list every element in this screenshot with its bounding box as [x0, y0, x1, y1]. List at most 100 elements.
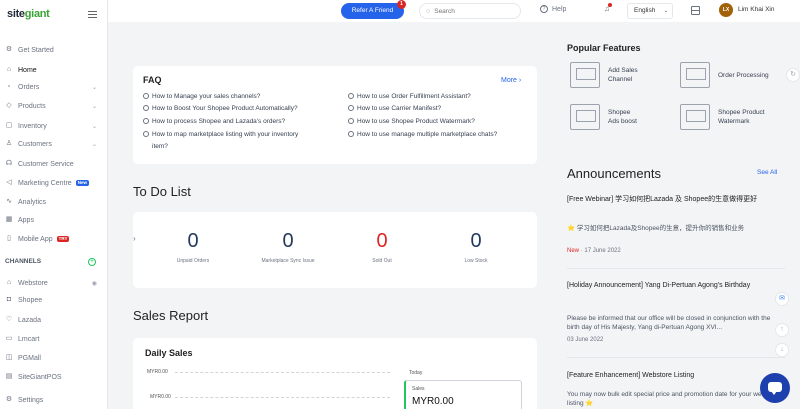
sidebar-item-label: Mobile App: [18, 235, 53, 243]
feature-label-line: Order Processing: [718, 72, 769, 79]
sidebar-item-label: Lazada: [18, 316, 41, 324]
faq-item[interactable]: How to map marketplace listing with your…: [143, 131, 298, 139]
cart-icon: ▫: [7, 83, 11, 90]
language-select[interactable]: English ⌄: [627, 3, 673, 19]
sidebar-item-mobile-app[interactable]: ▯ Mobile App TRY: [5, 231, 103, 247]
order-processing-icon[interactable]: [680, 62, 710, 88]
faq-item[interactable]: How to Manage your sales channels?: [143, 93, 260, 101]
announcement-heading[interactable]: [Holiday Announcement] Yang Di-Pertuan A…: [567, 281, 782, 291]
sidebar-item-settings[interactable]: ⚙ Settings: [5, 392, 103, 408]
eye-icon[interactable]: ◉: [92, 280, 97, 287]
faq-question: How to use Order Fulfillment Assistant?: [357, 93, 471, 100]
faq-question: How to process Shopee and Lazada's order…: [152, 118, 286, 125]
faq-item[interactable]: How to use manage multiple marketplace c…: [348, 131, 497, 139]
search-input[interactable]: [434, 7, 515, 15]
faq-item-continued[interactable]: item?: [152, 143, 168, 151]
sidebar-item-orders[interactable]: ▫ Orders ⌄: [5, 79, 103, 95]
add-sales-channel-icon[interactable]: [570, 62, 600, 88]
sales-tooltip: Sales MYR0.00: [404, 380, 522, 409]
feature-label[interactable]: Shopee Product Watermark: [718, 108, 765, 126]
watermark-icon[interactable]: [680, 104, 710, 130]
todo-count[interactable]: 0: [163, 230, 223, 253]
hamburger-menu-icon[interactable]: [88, 11, 97, 18]
user-name[interactable]: Lim Khai Xin: [738, 6, 775, 13]
faq-item[interactable]: How to use Shopee Product Watermark?: [348, 118, 475, 126]
faq-title: FAQ: [143, 75, 162, 85]
popular-features-title: Popular Features: [567, 43, 641, 53]
search-icon: ○: [426, 7, 431, 15]
announcement-heading[interactable]: [Feature Enhancement] Webstore Listing: [567, 371, 782, 381]
todo-label: Low Stock: [464, 258, 488, 264]
sitegiant-logo[interactable]: sitegiant: [7, 8, 50, 20]
rocket-icon[interactable]: [570, 104, 600, 130]
see-all-link[interactable]: See All: [757, 169, 777, 176]
sidebar-item-shopee[interactable]: ◘ Shopee: [5, 292, 103, 308]
faq-item[interactable]: How to use Order Fulfillment Assistant?: [348, 93, 471, 101]
sales-box-label: Sales: [412, 386, 425, 392]
question-icon: [143, 105, 149, 111]
headset-icon: ☊: [5, 160, 13, 167]
faq-question: How to use Carrier Manifest?: [357, 105, 442, 112]
feature-label-line: Channel: [608, 76, 633, 83]
sidebar-item-marketing-centre[interactable]: ◁ Marketing Centre New: [5, 175, 103, 191]
faq-question: How to Manage your sales channels?: [152, 93, 261, 100]
scroll-down-icon[interactable]: ↓: [775, 343, 789, 357]
announcements-title: Announcements: [567, 166, 661, 181]
sidebar-item-webstore[interactable]: ⌂ Webstore ◉: [5, 275, 103, 291]
help-link[interactable]: ? Help: [540, 5, 566, 13]
announcement-body: ⭐ 学习如何把Lazada及Shopee的生意，提升你的销售和业务: [567, 225, 745, 232]
sidebar-item-sitegiantpos[interactable]: ▤ SiteGiantPOS: [5, 369, 103, 385]
chevron-down-icon: ⌄: [91, 84, 97, 91]
faq-item[interactable]: How to process Shopee and Lazada's order…: [143, 118, 285, 126]
message-icon[interactable]: ✉: [775, 292, 789, 306]
daily-sales-title: Daily Sales: [145, 348, 193, 358]
divider: [567, 268, 785, 269]
sidebar-item-label: Inventory: [18, 122, 47, 130]
sidebar-item-label: Home: [18, 66, 37, 74]
feature-label[interactable]: Shopee Ads boost: [608, 108, 637, 126]
announcement-heading[interactable]: [Free Webinar] 学习如何把Lazada 及 Shopee的生意做得…: [567, 195, 782, 205]
sidebar-item-get-started[interactable]: ⚙ Get Started: [5, 42, 103, 58]
question-icon: [348, 131, 354, 137]
sidebar-item-home[interactable]: ⌂ Home: [5, 62, 103, 78]
language-value: English: [634, 7, 656, 14]
sidebar-item-customers[interactable]: ♙ Customers ⌄: [5, 136, 103, 152]
sidebar-item-lazada[interactable]: ♡ Lazada: [5, 312, 103, 328]
refer-a-friend-button[interactable]: Refer A Friend: [341, 3, 404, 19]
chevron-left-icon[interactable]: ›: [133, 234, 136, 243]
faq-more-link[interactable]: More ›: [501, 77, 521, 84]
sales-box-value: MYR0.00: [412, 396, 454, 407]
sidebar-item-label: Products: [18, 102, 46, 110]
sidebar-item-lmcart[interactable]: ▭ Lmcart: [5, 331, 103, 347]
sidebar-item-pgmall[interactable]: ◫ PGMall: [5, 350, 103, 366]
feature-label-line: Watermark: [718, 118, 750, 125]
question-icon: [348, 118, 354, 124]
sidebar-item-analytics[interactable]: ∿ Analytics: [5, 194, 103, 210]
scroll-up-icon[interactable]: ↑: [775, 323, 789, 337]
chart-icon: ∿: [6, 198, 12, 205]
settings-icon: ⚙: [5, 396, 13, 403]
axis-label: MYR0.00: [147, 369, 168, 375]
feature-label[interactable]: Order Processing: [718, 71, 769, 80]
faq-question: How to use manage multiple marketplace c…: [357, 131, 498, 138]
gear-icon: ⚙: [5, 46, 13, 53]
faq-item[interactable]: How to Boost Your Shopee Product Automat…: [143, 105, 298, 113]
layout-icon[interactable]: [691, 6, 700, 15]
try-badge: TRY: [56, 236, 70, 242]
sidebar-item-apps[interactable]: ▦ Apps: [5, 212, 103, 228]
chat-bubble-icon[interactable]: [760, 373, 790, 403]
todo-count[interactable]: 0: [446, 230, 506, 253]
refresh-icon[interactable]: ↻: [786, 68, 800, 82]
users-icon: ♙: [5, 140, 13, 147]
sidebar-item-inventory[interactable]: ▢ Inventory ⌄: [5, 118, 103, 134]
faq-item[interactable]: How to use Carrier Manifest?: [348, 105, 441, 113]
search-box[interactable]: ○: [419, 3, 521, 19]
sidebar-item-products[interactable]: ◇ Products ⌄: [5, 98, 103, 114]
sidebar-item-customer-service[interactable]: ☊ Customer Service: [5, 156, 103, 172]
avatar[interactable]: LX: [719, 3, 733, 17]
todo-count[interactable]: 0: [352, 230, 412, 253]
todo-count[interactable]: 0: [258, 230, 318, 253]
add-channel-icon[interactable]: +: [88, 258, 96, 266]
feature-label[interactable]: Add Sales Channel: [608, 66, 638, 84]
new-badge: New: [75, 180, 89, 186]
